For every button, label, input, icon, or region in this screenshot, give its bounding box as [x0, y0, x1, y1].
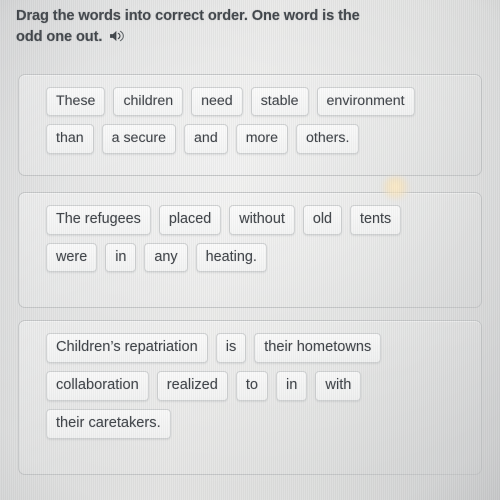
- word-row: Children’s repatriation is their hometow…: [46, 333, 469, 363]
- word-chip[interactable]: is: [215, 333, 247, 363]
- word-row: were in any heating.: [46, 242, 469, 273]
- word-row: The refugees placed without old tents: [46, 205, 469, 235]
- page-title: Drag the words into correct order. One w…: [16, 6, 478, 50]
- word-chip[interactable]: were: [46, 242, 98, 273]
- word-chip[interactable]: children: [113, 87, 184, 117]
- prompt-line-2: odd one out.: [16, 29, 103, 46]
- word-chip[interactable]: their hometowns: [254, 333, 382, 363]
- word-chip[interactable]: tents: [350, 205, 402, 235]
- exercise-page: Drag the words into correct order. One w…: [0, 0, 500, 500]
- word-chip[interactable]: old: [302, 205, 343, 235]
- word-chip[interactable]: and: [184, 124, 228, 154]
- word-row: These children need stable environment: [46, 87, 469, 117]
- word-chip[interactable]: than: [46, 124, 94, 154]
- word-chip[interactable]: need: [191, 87, 243, 117]
- exercise-card-1[interactable]: These children need stable environment t…: [18, 74, 482, 176]
- prompt-line-1: Drag the words into correct order. One w…: [16, 8, 360, 24]
- speaker-audio-icon[interactable]: [109, 29, 126, 50]
- word-chip[interactable]: placed: [158, 205, 222, 235]
- word-chip[interactable]: collaboration: [46, 370, 149, 401]
- word-chip[interactable]: with: [315, 370, 362, 401]
- word-rows: These children need stable environment t…: [46, 87, 469, 154]
- word-chip[interactable]: These: [46, 87, 106, 117]
- word-chip[interactable]: stable: [250, 87, 309, 117]
- exercise-card-3[interactable]: Children’s repatriation is their hometow…: [18, 320, 482, 475]
- word-rows: Children’s repatriation is their hometow…: [46, 333, 469, 439]
- word-chip[interactable]: any: [144, 242, 188, 273]
- word-chip[interactable]: more: [235, 124, 289, 154]
- word-row: collaboration realized to in with: [46, 370, 469, 401]
- word-chip[interactable]: without: [229, 205, 295, 235]
- word-chip[interactable]: environment: [316, 87, 415, 117]
- word-chip[interactable]: in: [105, 242, 137, 273]
- word-chip[interactable]: heating.: [195, 242, 267, 273]
- word-rows: The refugees placed without old tents we…: [46, 205, 469, 273]
- exercise-card-2[interactable]: The refugees placed without old tents we…: [18, 192, 482, 308]
- word-chip[interactable]: to: [235, 370, 269, 401]
- word-chip[interactable]: their caretakers.: [46, 408, 171, 439]
- word-row: their caretakers.: [46, 408, 469, 439]
- word-chip[interactable]: a secure: [101, 124, 177, 154]
- word-chip[interactable]: others.: [296, 124, 360, 154]
- word-chip[interactable]: realized: [156, 370, 228, 401]
- word-row: than a secure and more others.: [46, 124, 469, 154]
- word-chip[interactable]: The refugees: [46, 205, 151, 235]
- word-chip[interactable]: Children’s repatriation: [46, 333, 208, 363]
- word-chip[interactable]: in: [276, 370, 308, 401]
